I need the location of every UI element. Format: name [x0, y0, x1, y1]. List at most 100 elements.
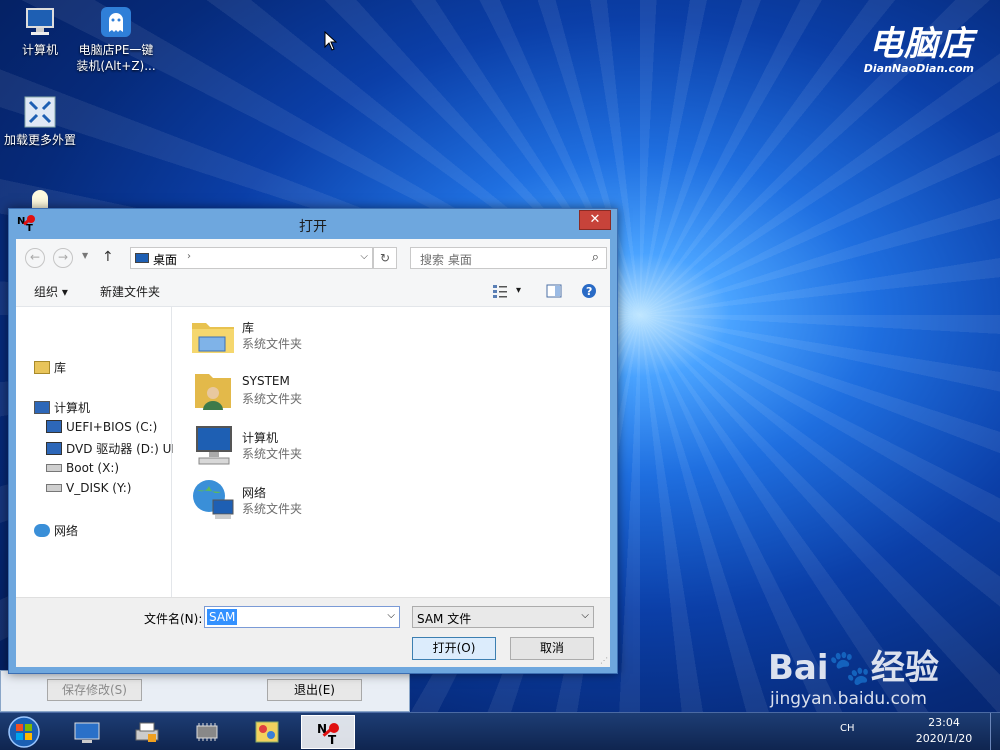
exit-button[interactable]: 退出(E)	[267, 679, 362, 701]
command-bar: 组织 ▾ 新建文件夹 ▾ ?	[16, 275, 610, 307]
save-changes-button[interactable]: 保存修改(S)	[47, 679, 142, 701]
computer-icon	[196, 426, 232, 465]
recent-dropdown-icon[interactable]: ▼	[82, 251, 88, 260]
desktop-location-icon	[135, 253, 149, 263]
ghost-app-icon	[101, 7, 131, 37]
close-button[interactable]: ✕	[579, 210, 611, 230]
nav-label: 计算机	[54, 401, 91, 415]
desktop-icon-ghost[interactable]	[0, 184, 80, 212]
computer-icon	[26, 8, 54, 35]
filetype-select[interactable]: SAM 文件 ⌵	[412, 606, 594, 628]
list-item[interactable]: 网络 系统文件夹	[189, 476, 409, 528]
filename-label: 文件名(N):	[144, 612, 203, 626]
network-icon	[193, 480, 234, 519]
item-name: 库	[242, 321, 255, 335]
arrow-right-icon: →	[57, 250, 69, 264]
preview-pane-icon[interactable]	[546, 283, 562, 299]
drive-icon	[46, 420, 62, 433]
nav-label: V_DISK (Y:)	[66, 481, 132, 495]
cancel-button[interactable]: 取消	[510, 637, 594, 660]
taskbar-app-printer[interactable]	[120, 715, 174, 749]
breadcrumb-chevron-icon[interactable]: ›	[187, 251, 191, 262]
title-bar[interactable]: N T 打开 ✕	[9, 209, 617, 239]
desktop-icon-computer[interactable]: 计算机	[0, 6, 80, 58]
watermark-logo: Bai🐾经验	[768, 648, 939, 688]
search-icon: ⌕	[591, 250, 599, 265]
computer-icon	[34, 401, 50, 414]
taskbar-app-tools[interactable]	[240, 715, 294, 749]
search-placeholder: 搜索 桌面	[420, 253, 472, 267]
system-clock[interactable]: 23:04 2020/1/20	[904, 715, 984, 747]
ntpwedit-icon: N T	[317, 722, 339, 745]
show-desktop-button[interactable]	[990, 713, 1000, 750]
item-name: 网络	[242, 486, 267, 500]
library-folder-icon	[192, 323, 234, 353]
list-item[interactable]: 计算机 系统文件夹	[189, 421, 409, 473]
desktop-icon-label: 电脑店PE一键装机(Alt+Z)...	[76, 43, 156, 73]
tools-icon	[255, 721, 279, 743]
desktop-icon-load-more[interactable]: 加载更多外置	[0, 96, 80, 148]
filename-input[interactable]: SAM ⌵	[204, 606, 400, 628]
dialog-footer: 文件名(N): SAM ⌵ SAM 文件 ⌵ 打开(O) 取消 ⋰	[16, 597, 610, 667]
expand-icon	[24, 96, 56, 128]
forward-button[interactable]: →	[53, 248, 73, 268]
item-type: 系统文件夹	[242, 392, 303, 406]
item-name: 计算机	[242, 431, 279, 445]
chevron-down-icon[interactable]: ⌵	[360, 251, 368, 262]
address-field[interactable]: 桌面 › ⌵	[130, 247, 373, 269]
input-language-indicator[interactable]: CH	[840, 723, 855, 734]
item-name: SYSTEM	[242, 374, 290, 388]
brand-subtitle: DianNaoDian.com	[863, 62, 974, 75]
baidu-watermark: Bai🐾经验 jingyan.baidu.com	[768, 640, 939, 709]
new-folder-button[interactable]: 新建文件夹	[100, 283, 160, 300]
user-folder-icon	[195, 374, 231, 410]
nav-item-drive-y[interactable]: V_DISK (Y:)	[46, 481, 131, 499]
filetype-value: SAM 文件	[417, 612, 472, 626]
watermark-url: jingyan.baidu.com	[770, 689, 927, 709]
drive-icon	[46, 484, 62, 492]
view-options-icon[interactable]	[492, 283, 508, 299]
start-button[interactable]	[4, 714, 44, 750]
help-icon[interactable]: ?	[581, 283, 597, 299]
nav-item-drive-d[interactable]: DVD 驱动器 (D:) UE	[46, 440, 179, 458]
nav-label: Boot (X:)	[66, 461, 120, 475]
open-button[interactable]: 打开(O)	[412, 637, 496, 660]
nav-item-computer[interactable]: 计算机	[34, 399, 90, 417]
list-item[interactable]: 库 系统文件夹	[189, 311, 409, 363]
refresh-icon: ↻	[379, 251, 391, 265]
organize-menu[interactable]: 组织 ▾	[34, 283, 68, 300]
clock-date: 2020/1/20	[915, 732, 973, 745]
list-item[interactable]: SYSTEM 系统文件夹	[189, 366, 409, 418]
item-type: 系统文件夹	[242, 337, 303, 351]
nav-label: 网络	[54, 524, 79, 538]
up-arrow-icon[interactable]: ↑	[102, 249, 114, 265]
search-input[interactable]: 搜索 桌面 ⌕	[410, 247, 607, 269]
brand-title: 电脑店	[869, 24, 974, 64]
nav-label: UEFI+BIOS (C:)	[66, 420, 158, 434]
filename-value: SAM	[207, 609, 238, 625]
file-list: 库 系统文件夹 SYSTEM 系统文件夹 计算机 系统文件夹 网络 系统文件夹	[173, 307, 610, 597]
refresh-button[interactable]: ↻	[373, 247, 397, 269]
dialog-title: 打开	[299, 219, 327, 235]
nav-item-library[interactable]: 库	[34, 359, 66, 377]
nav-item-drive-x[interactable]: Boot (X:)	[46, 461, 119, 479]
resize-grip-icon[interactable]: ⋰	[600, 656, 608, 665]
dialog-client: ← → ▼ ↑ 桌面 › ⌵ ↻ 搜索 桌面 ⌕ 组织 ▾ 新建文件夹 ▾ ? …	[16, 239, 610, 667]
taskbar-app-monitor[interactable]	[60, 715, 114, 749]
nav-label: DVD 驱动器 (D:) UE	[66, 442, 179, 456]
taskbar-app-ntpwedit[interactable]: N T	[301, 715, 355, 749]
nav-item-drive-c[interactable]: UEFI+BIOS (C:)	[46, 420, 157, 438]
monitor-icon	[74, 722, 100, 743]
taskbar: N T CH 23:04 2020/1/20	[0, 712, 1000, 750]
clock-time: 23:04	[928, 716, 960, 729]
desktop-icon-label: 加载更多外置	[3, 133, 76, 147]
view-dropdown-icon[interactable]: ▾	[516, 285, 521, 296]
desktop-icon-pe-installer[interactable]: 电脑店PE一键装机(Alt+Z)...	[74, 6, 158, 74]
nav-item-network[interactable]: 网络	[34, 522, 78, 540]
drive-icon	[46, 464, 62, 472]
back-button[interactable]: ←	[25, 248, 45, 268]
open-file-dialog: N T 打开 ✕ ← → ▼ ↑ 桌面 › ⌵ ↻ 搜索 桌面 ⌕ 组织 ▾ 新…	[8, 208, 618, 674]
library-icon	[34, 361, 50, 374]
taskbar-app-memory[interactable]	[180, 715, 234, 749]
chevron-down-icon[interactable]: ⌵	[387, 610, 395, 621]
